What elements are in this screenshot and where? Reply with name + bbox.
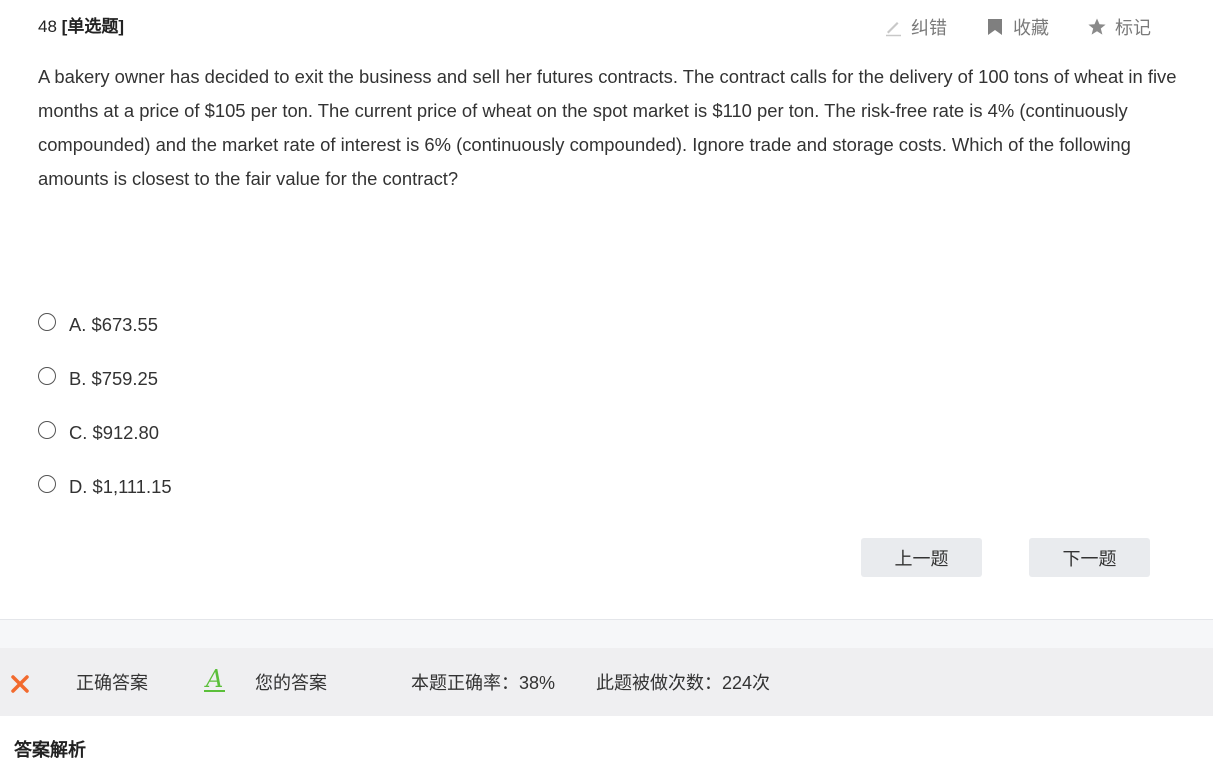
- favorite-button[interactable]: 收藏: [985, 14, 1049, 40]
- option-a[interactable]: A. $673.55: [38, 298, 172, 352]
- question-number: 48: [38, 17, 57, 36]
- section-divider: [0, 619, 1213, 648]
- radio-button[interactable]: [38, 475, 56, 493]
- question-text: A bakery owner has decided to exit the b…: [38, 66, 1177, 189]
- question-actions: 纠错 收藏 标记: [883, 14, 1151, 40]
- option-b[interactable]: B. $759.25: [38, 352, 172, 406]
- option-d[interactable]: D. $1,111.15: [38, 460, 172, 514]
- question-page: 48 [单选题] 纠错 收藏 标记 A bakery owner has dec…: [0, 0, 1213, 768]
- star-icon: [1087, 17, 1107, 37]
- next-question-button[interactable]: 下一题: [1029, 538, 1150, 577]
- option-label: A. $673.55: [69, 314, 158, 335]
- correct-answer-label: 正确答案: [76, 673, 148, 693]
- analysis-heading: 答案解析: [14, 740, 86, 760]
- report-error-label: 纠错: [911, 18, 947, 38]
- report-error-button[interactable]: 纠错: [883, 14, 947, 40]
- radio-button[interactable]: [38, 367, 56, 385]
- favorite-label: 收藏: [1013, 18, 1049, 38]
- radio-button[interactable]: [38, 313, 56, 331]
- mark-button[interactable]: 标记: [1087, 14, 1151, 40]
- option-c[interactable]: C. $912.80: [38, 406, 172, 460]
- radio-button[interactable]: [38, 421, 56, 439]
- your-answer-label: 您的答案: [255, 673, 327, 693]
- your-answer-value: A: [204, 665, 226, 693]
- attempt-count: 此题被做次数：224次: [596, 673, 771, 693]
- previous-question-button[interactable]: 上一题: [861, 538, 982, 577]
- accuracy-rate: 本题正确率：38%: [411, 673, 556, 693]
- bookmark-icon: [985, 17, 1005, 37]
- option-label: D. $1,111.15: [69, 476, 172, 497]
- pencil-icon: [883, 17, 903, 37]
- answer-options: A. $673.55 B. $759.25 C. $912.80 D. $1,1…: [38, 298, 172, 514]
- option-label: B. $759.25: [69, 368, 158, 389]
- wrong-answer-icon: [10, 674, 30, 699]
- question-header: 48 [单选题]: [38, 12, 124, 37]
- question-type: [单选题]: [61, 17, 124, 36]
- option-label: C. $912.80: [69, 422, 159, 443]
- answer-summary-bar: 正确答案 A 您的答案 本题正确率：38% 此题被做次数：224次: [0, 648, 1213, 716]
- mark-label: 标记: [1115, 18, 1151, 38]
